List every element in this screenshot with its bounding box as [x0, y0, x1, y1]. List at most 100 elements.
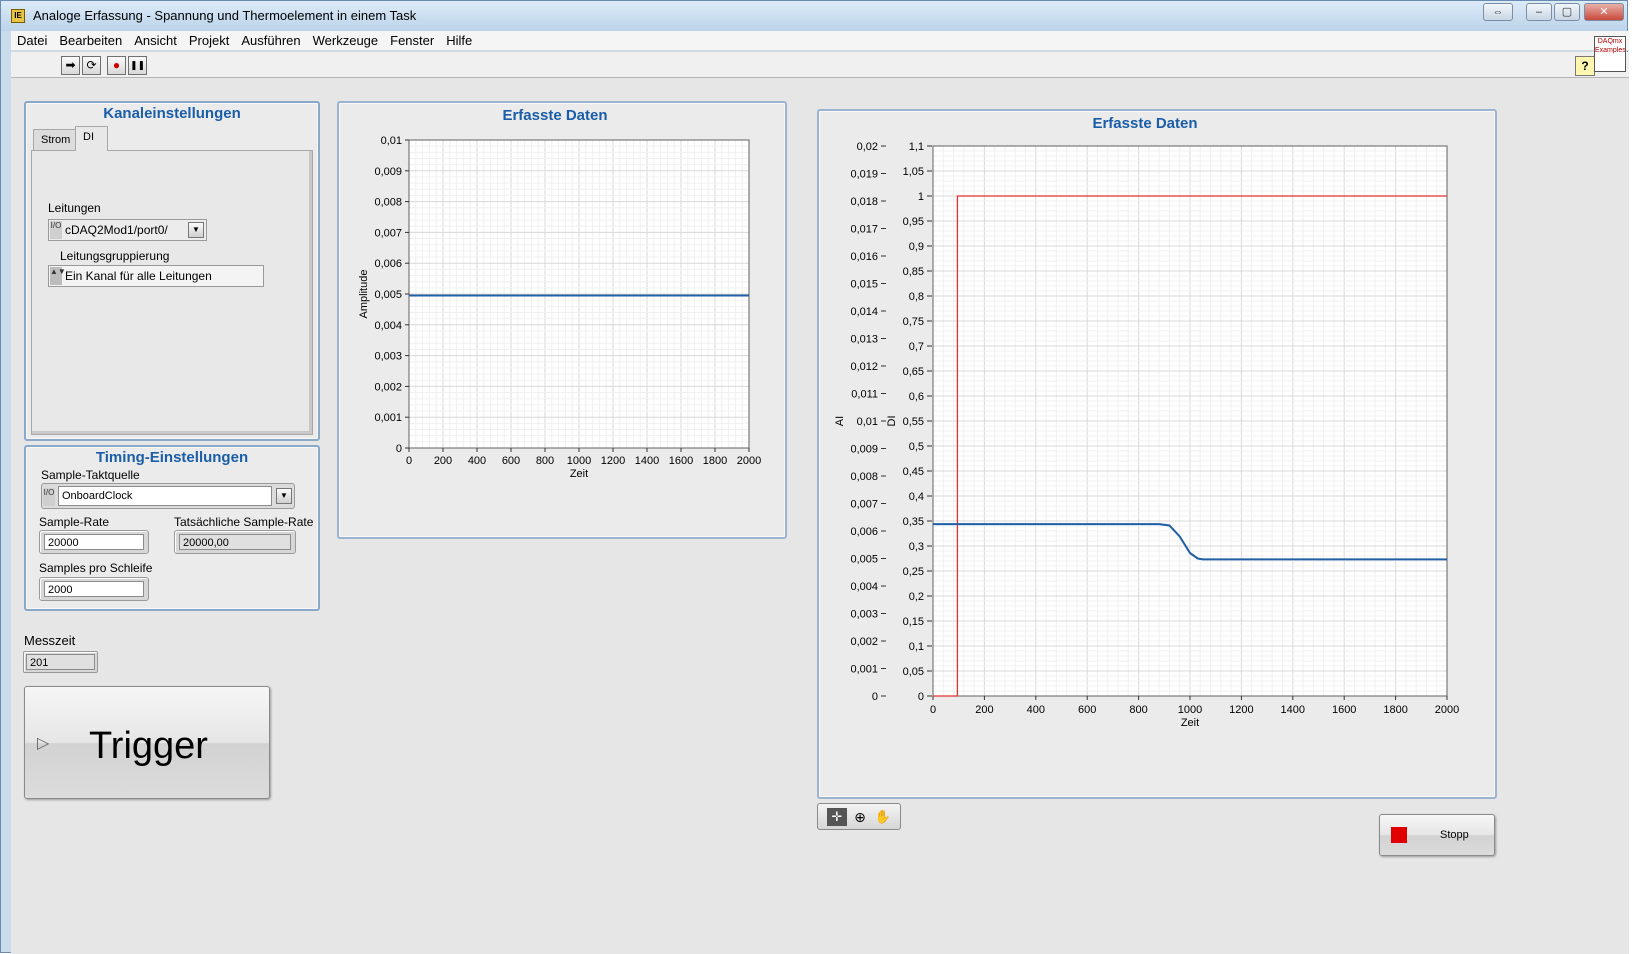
ai-axis-tick-label: 0,014 [850, 306, 878, 318]
actual-sample-rate-value: 20000,00 [179, 534, 291, 550]
samples-per-loop-value[interactable]: 2000 [44, 581, 144, 597]
cursor-crosshair-icon[interactable]: ✛ [827, 808, 847, 826]
io-name-icon: I/O [43, 488, 55, 506]
x-axis-label: Zeit [570, 468, 588, 480]
y-tick-label: 0,002 [374, 381, 402, 393]
abort-icon[interactable]: ● [107, 56, 126, 75]
di-axis-tick-label: 0,15 [903, 616, 924, 628]
y-tick-label: 0,003 [374, 351, 402, 363]
title-bar[interactable]: IE Analoge Erfassung - Spannung und Ther… [1, 1, 1627, 31]
ai-axis-tick-label: 0,011 [851, 389, 878, 401]
samples-per-loop-input[interactable]: 2000 [39, 577, 149, 601]
di-axis-tick-label: 1 [918, 191, 924, 203]
x-tick-label: 2000 [737, 455, 761, 467]
x-axis-label: Zeit [1181, 717, 1199, 729]
ai-axis-tick-label: 0,007 [850, 499, 878, 511]
sample-rate-input[interactable]: 20000 [39, 530, 149, 554]
grouping-value: Ein Kanal für alle Leitungen [65, 269, 212, 283]
ai-axis-tick-label: 0,015 [850, 279, 878, 291]
y-tick-label: 0 [396, 443, 402, 455]
run-arrow-icon[interactable]: ➡ [61, 56, 80, 75]
x-tick-label: 200 [434, 455, 452, 467]
menu-hilfe[interactable]: Hilfe [440, 31, 478, 50]
y-tick-label: 0,01 [381, 135, 402, 147]
acquired-data-dual-axis-graph: Erfasste Daten 0 200 400 600 800 1000 1200 1400 1… [817, 109, 1497, 799]
ai-axis-tick-label: 0,018 [850, 196, 878, 208]
trigger-button[interactable]: ▷ Trigger [24, 686, 270, 799]
di-axis-tick-label: 0,25 [903, 566, 924, 578]
x-tick-label: 800 [536, 455, 554, 467]
x-tick-label: 600 [1078, 704, 1096, 716]
grouping-selector[interactable]: ▲▼ Ein Kanal für alle Leitungen [48, 265, 264, 287]
clock-source-selector[interactable]: I/O OnboardClock ▼ [41, 483, 295, 509]
di-axis-tick-label: 0,9 [909, 241, 924, 253]
tab-di[interactable]: DI [75, 126, 108, 151]
channel-settings-cluster: Kanaleinstellungen Strom DI Leitungen I/… [24, 101, 320, 441]
x-tick-label: 1000 [567, 455, 591, 467]
x-tick-label: 600 [502, 455, 520, 467]
ai-axis-tick-label: 0,002 [850, 636, 878, 648]
toolbar: ➡ ⟳ ● ❚❚ ? [11, 52, 1629, 78]
ai-axis-tick-label: 0,003 [850, 609, 878, 621]
timing-settings-cluster: Timing-Einstellungen Sample-Taktquelle I… [24, 445, 320, 611]
di-axis-tick-label: 0 [918, 691, 924, 703]
graph-palette: ✛ ⊕ ✋ [817, 803, 901, 830]
di-axis-tick-label: 0,5 [909, 441, 924, 453]
resize-icon[interactable]: ⇔ [1483, 3, 1513, 21]
menu-ausfuehren[interactable]: Ausführen [235, 31, 306, 50]
menu-datei[interactable]: Datei [11, 31, 53, 50]
di-axis-tick-label: 0,35 [903, 516, 924, 528]
tab-strom[interactable]: Strom [33, 129, 79, 151]
samples-per-loop-label: Samples pro Schleife [39, 561, 153, 575]
lines-selector[interactable]: I/O cDAQ2Mod1/port0/ ▼ [48, 219, 207, 241]
ai-axis-tick-label: 0,017 [850, 224, 878, 236]
y-tick-label: 0,006 [374, 258, 402, 270]
chevron-down-icon[interactable]: ▼ [276, 488, 292, 504]
y-tick-label: 0,005 [374, 289, 402, 301]
di-tab-page: Leitungen I/O cDAQ2Mod1/port0/ ▼ Leitung… [31, 150, 313, 435]
stop-square-icon [1391, 827, 1407, 843]
menu-werkzeuge[interactable]: Werkzeuge [307, 31, 385, 50]
front-panel: Kanaleinstellungen Strom DI Leitungen I/… [11, 78, 1629, 954]
menu-bar: Datei Bearbeiten Ansicht Projekt Ausführen We… [11, 31, 1629, 51]
di-axis-tick-label: 1,1 [909, 141, 924, 153]
ai-axis-tick-label: 0,013 [850, 334, 878, 346]
measure-time-label: Messzeit [24, 633, 76, 648]
x-tick-label: 1200 [601, 455, 625, 467]
ai-axis-label: AI [834, 416, 846, 426]
close-button[interactable]: ✕ [1584, 3, 1624, 21]
menu-projekt[interactable]: Projekt [183, 31, 235, 50]
context-help-icon[interactable]: ? [1575, 56, 1595, 76]
stop-label: Stopp [1440, 829, 1469, 841]
x-tick-label: 1000 [1178, 704, 1202, 716]
measure-time-value: 201 [26, 654, 95, 670]
x-tick-label: 1600 [669, 455, 693, 467]
run-continuous-icon[interactable]: ⟳ [82, 56, 101, 75]
maximize-button[interactable]: ▢ [1554, 3, 1580, 21]
chevron-down-icon[interactable]: ▼ [188, 222, 204, 238]
di-axis-tick-label: 0,8 [909, 291, 924, 303]
minimize-button[interactable]: – [1526, 3, 1552, 21]
x-tick-label: 200 [975, 704, 993, 716]
increment-decrement-icon[interactable]: ▲▼ [50, 267, 66, 285]
pause-icon[interactable]: ❚❚ [128, 56, 147, 75]
ai-axis-tick-label: 0,008 [850, 471, 878, 483]
di-axis-tick-label: 0,4 [909, 491, 924, 503]
x-tick-label: 0 [930, 704, 936, 716]
lines-label: Leitungen [48, 201, 101, 215]
di-axis-tick-label: 0,55 [903, 416, 924, 428]
timing-settings-title: Timing-Einstellungen [95, 449, 249, 466]
zoom-icon[interactable]: ⊕ [850, 808, 870, 826]
stop-button[interactable]: Stopp [1379, 814, 1495, 856]
menu-fenster[interactable]: Fenster [384, 31, 440, 50]
daqmx-logo: DAQmx Examples [1594, 36, 1626, 72]
y-tick-label: 0,009 [374, 166, 402, 178]
ai-axis-tick-label: 0,006 [850, 526, 878, 538]
menu-ansicht[interactable]: Ansicht [128, 31, 183, 50]
di-axis-tick-label: 0,05 [903, 666, 924, 678]
sample-rate-value[interactable]: 20000 [44, 534, 144, 550]
pan-hand-icon[interactable]: ✋ [873, 808, 893, 826]
x-tick-label: 400 [1027, 704, 1045, 716]
menu-bearbeiten[interactable]: Bearbeiten [53, 31, 128, 50]
ai-axis-tick-label: 0,005 [850, 554, 878, 566]
